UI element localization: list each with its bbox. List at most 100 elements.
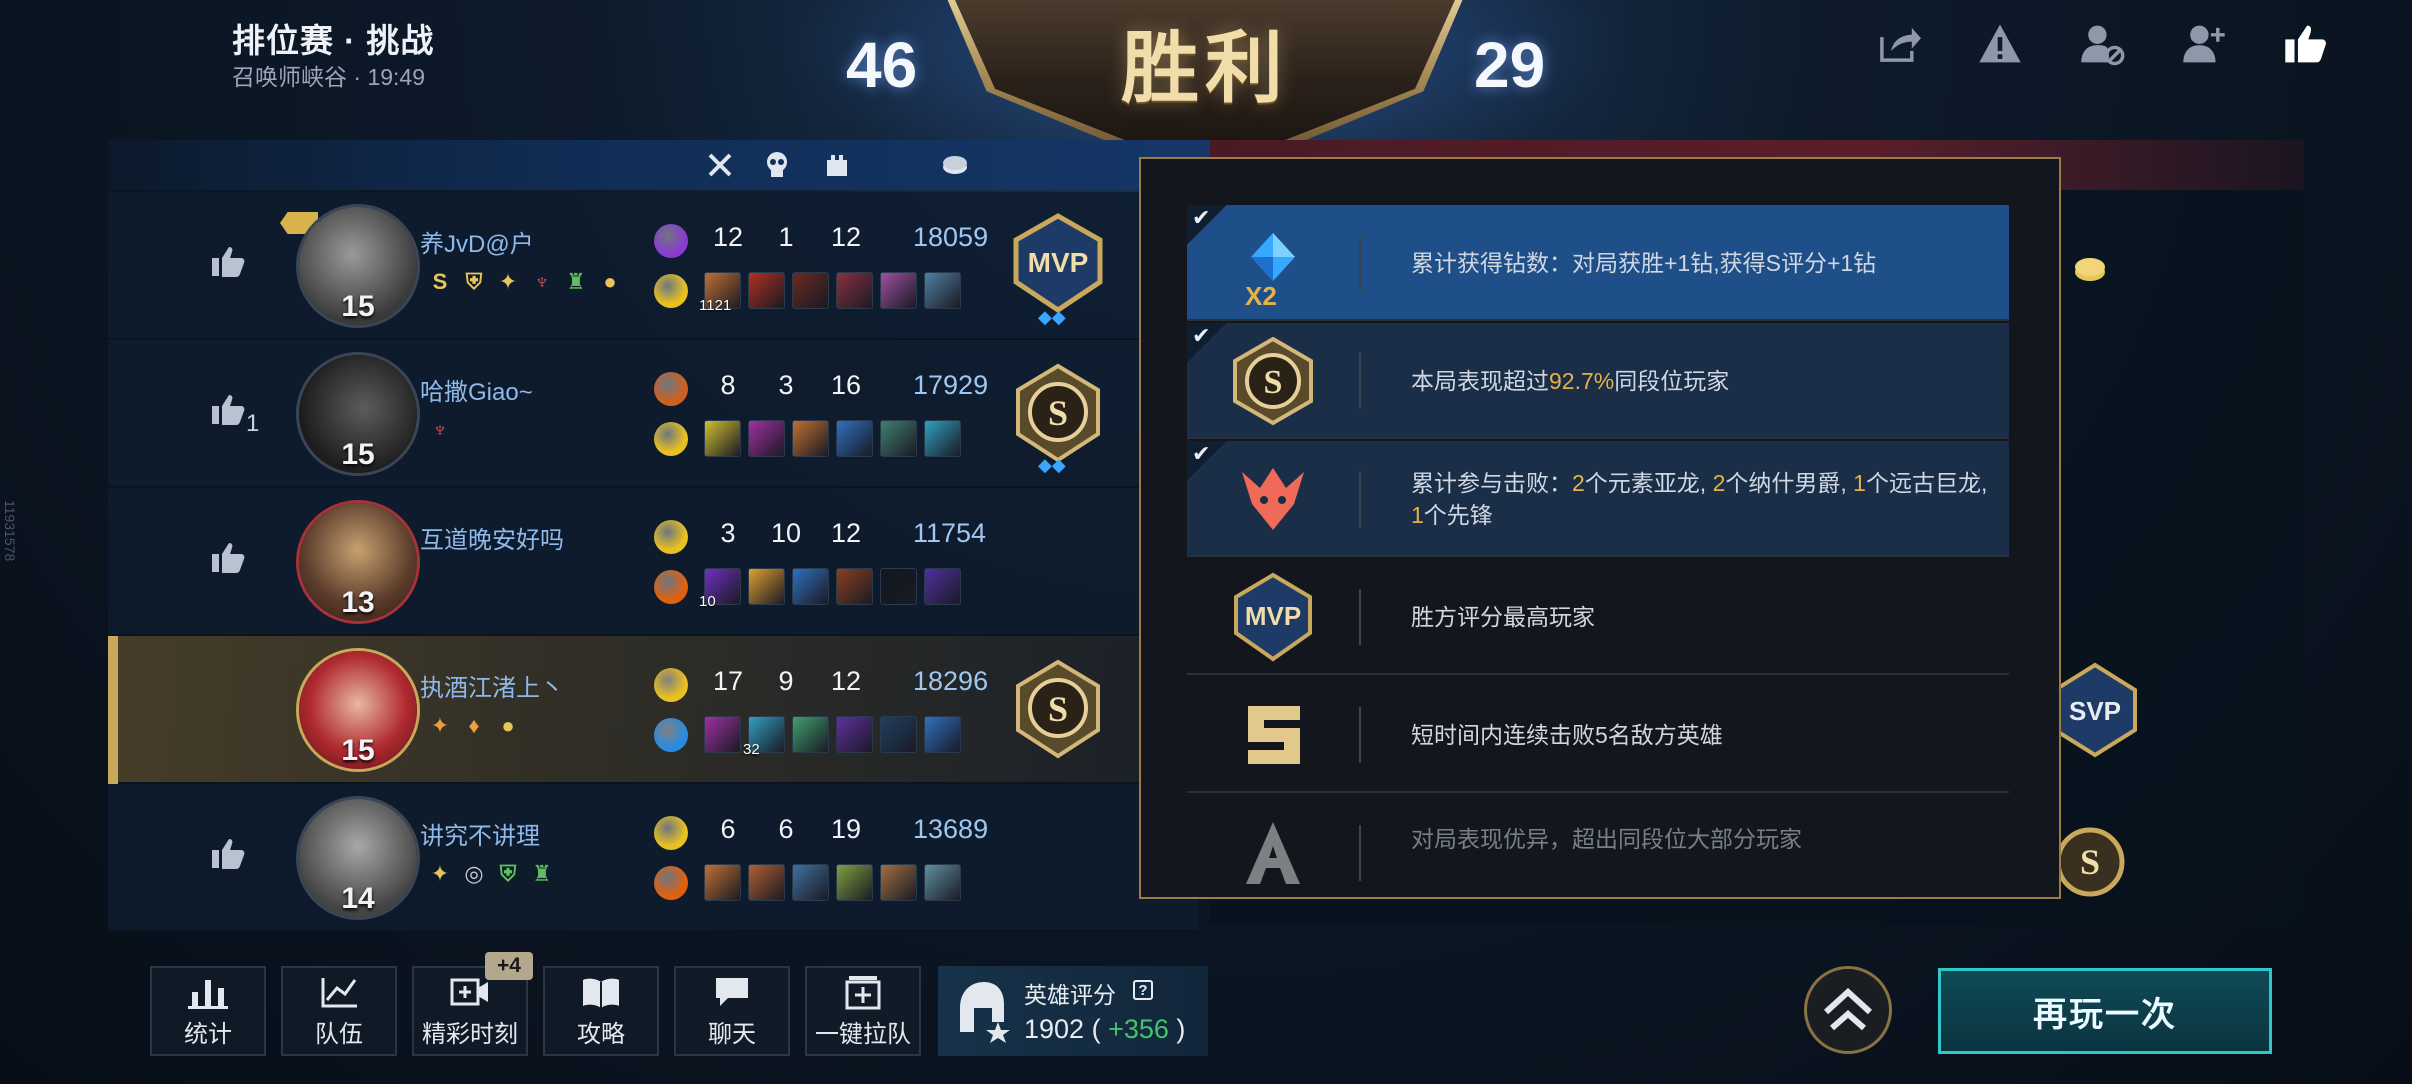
team-button[interactable]: 队伍 <box>281 966 397 1056</box>
like-icon[interactable] <box>208 390 248 430</box>
like-icon[interactable] <box>208 834 248 874</box>
champion-level: 13 <box>341 586 375 619</box>
tower-icon: ♜ <box>532 861 552 886</box>
item-icon[interactable] <box>880 864 917 901</box>
item-icon[interactable] <box>924 568 961 605</box>
paren: ( <box>1084 1014 1109 1044</box>
help-icon[interactable]: ? <box>1133 980 1153 1000</box>
thumbs-up-icon[interactable] <box>2280 18 2332 70</box>
guide-button[interactable]: 攻略 <box>543 966 659 1056</box>
item-icon[interactable] <box>704 420 741 457</box>
achievement-tags: S ⛨ ✦ ♆ ♜ ● <box>428 269 622 294</box>
shield-icon: ⛨ <box>499 861 517 886</box>
count-highlight: 2 <box>1572 470 1585 496</box>
item-icon[interactable] <box>836 272 873 309</box>
summoner-spell-icon <box>654 274 688 308</box>
popup-row-text: 本局表现超过92.7%同段位玩家 <box>1411 323 1991 439</box>
achievement-tags: ✦ ♦ ● <box>428 713 520 738</box>
item-icon[interactable] <box>792 420 829 457</box>
achievement-tags: ✦ ◎ ⛨ ♜ <box>428 861 554 886</box>
item-icon[interactable] <box>836 864 873 901</box>
text-part: 个纳什男爵, <box>1725 470 1854 496</box>
summoner-spell-icon <box>654 520 688 554</box>
like-icon[interactable] <box>208 242 248 282</box>
item-icon[interactable] <box>748 420 785 457</box>
chevron-up-icon <box>1823 988 1873 1031</box>
like-count: 1 <box>246 410 260 437</box>
mvp-medal-icon[interactable]: MVP <box>1008 212 1108 322</box>
add-friend-icon[interactable] <box>2178 18 2230 70</box>
gold: 17929 <box>913 370 989 400</box>
player-row[interactable]: 14 讲究不讲理 ✦ ◎ ⛨ ♜ 6 6 19 13689 <box>108 784 1198 932</box>
item-icon[interactable] <box>836 420 873 457</box>
item-icon[interactable] <box>836 568 873 605</box>
separator <box>1359 589 1361 645</box>
player-row[interactable]: 1 15 哈撒Giao~ ♆ 8 3 16 17929 S ◆◆ <box>108 340 1198 488</box>
popup-row-objectives: ✔ 累计参与击败：2个元素亚龙, 2个纳什男爵, 1个远古巨龙, 1个先锋 <box>1187 441 2009 557</box>
item-icon[interactable] <box>792 272 829 309</box>
summoner-spell-icon <box>654 668 688 702</box>
champion-level: 15 <box>341 734 375 767</box>
share-icon[interactable] <box>1872 18 1924 70</box>
item-icon[interactable] <box>880 272 917 309</box>
item-icon[interactable] <box>792 864 829 901</box>
item-icon[interactable]: 1121 <box>699 272 741 314</box>
popup-row-mvp: MVP 胜方评分最高玩家 <box>1187 559 2009 675</box>
quick-party-button[interactable]: 一键拉队 <box>805 966 921 1056</box>
item-icon[interactable] <box>880 568 917 605</box>
item-icon[interactable] <box>792 568 829 605</box>
check-icon: ✔ <box>1187 323 1227 363</box>
item-icon[interactable] <box>748 864 785 901</box>
like-icon[interactable] <box>208 538 248 578</box>
player-row[interactable]: 15 养JvD@户 S ⛨ ✦ ♆ ♜ ● 12 1 12 18059 1121 MVP ◆◆ <box>108 192 1198 340</box>
item-icon[interactable] <box>792 716 829 753</box>
player-name[interactable]: 执酒江渚上丶 <box>420 668 564 703</box>
count-highlight: 2 <box>1712 470 1726 496</box>
item-icon[interactable] <box>880 716 917 753</box>
item-icon[interactable] <box>836 716 873 753</box>
penta-icon <box>1225 687 1321 783</box>
popup-row-s-rank: ✔ S 本局表现超过92.7%同段位玩家 <box>1187 323 2009 439</box>
item-icon[interactable] <box>924 864 961 901</box>
player-row[interactable]: 13 互道晚安好吗 3 10 12 11754 10 <box>108 488 1198 636</box>
stats-button[interactable]: 统计 <box>150 966 266 1056</box>
kills: 8 <box>720 370 736 400</box>
s-medal-icon[interactable]: S <box>1008 360 1108 470</box>
player-name[interactable]: 养JvD@户 <box>420 224 534 259</box>
dragon-icon <box>1225 451 1321 547</box>
block-user-icon[interactable] <box>2076 18 2128 70</box>
summoner-spell-icon <box>654 224 688 258</box>
warning-icon[interactable] <box>1974 18 2026 70</box>
item-icon[interactable]: 32 <box>743 716 785 758</box>
item-icon[interactable] <box>924 272 961 309</box>
item-icon[interactable]: 10 <box>699 568 741 610</box>
chat-button[interactable]: 聊天 <box>674 966 790 1056</box>
item-icon[interactable] <box>924 716 961 753</box>
percent-highlight: 92.7% <box>1549 368 1615 394</box>
player-name[interactable]: 哈撒Giao~ <box>420 372 533 407</box>
dragon-icon: ♆ <box>431 417 449 442</box>
separator <box>1359 707 1361 763</box>
helmet-star-icon <box>960 982 1010 1043</box>
item-icon[interactable] <box>880 420 917 457</box>
player-row-self[interactable]: 15 执酒江渚上丶 ✦ ♦ ● 17 9 12 18296 32 S <box>108 636 1198 784</box>
item-icon[interactable] <box>748 272 785 309</box>
player-name[interactable]: 互道晚安好吗 <box>420 520 564 555</box>
item-icon[interactable] <box>748 568 785 605</box>
home-button[interactable] <box>1804 966 1892 1054</box>
item-icon[interactable] <box>924 420 961 457</box>
gold: 13689 <box>913 814 989 844</box>
game-mode-title: 排位赛 · 挑战 <box>232 22 435 59</box>
popup-row-a-rank: 对局表现优异，超出同段位大部分玩家 <box>1187 795 2009 895</box>
item-icon[interactable] <box>704 716 741 753</box>
player-name[interactable]: 讲究不讲理 <box>420 816 540 851</box>
assists: 16 <box>830 370 862 400</box>
item-icon[interactable] <box>704 864 741 901</box>
button-label: 统计 <box>184 1020 232 1048</box>
s-medal-icon[interactable]: S <box>1008 656 1108 766</box>
play-again-button[interactable]: 再玩一次 <box>1938 968 2272 1054</box>
map-and-duration: 召唤师峡谷 · 19:49 <box>232 64 425 90</box>
target-icon: ◎ <box>464 861 484 886</box>
gold: 18059 <box>913 222 989 252</box>
svg-text:MVP: MVP <box>1028 247 1089 278</box>
